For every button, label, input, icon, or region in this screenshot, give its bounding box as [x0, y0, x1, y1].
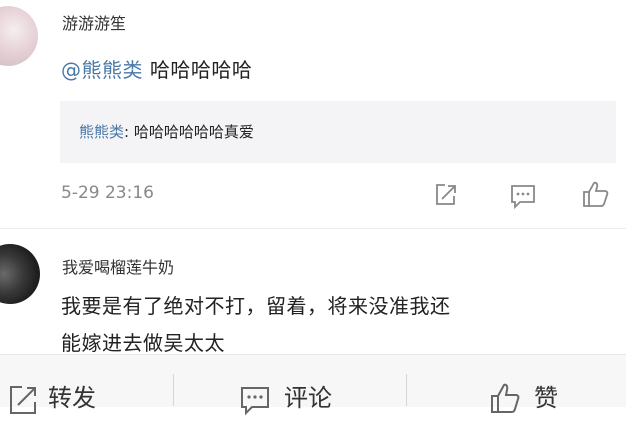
- like-button[interactable]: 赞: [534, 378, 558, 413]
- comment-icon: [511, 185, 535, 210]
- repost-icon: [436, 184, 456, 205]
- comment-button[interactable]: [508, 181, 538, 215]
- repost-button[interactable]: [432, 181, 460, 213]
- mention-link[interactable]: @熊熊类: [61, 58, 143, 82]
- like-button[interactable]: [580, 179, 610, 213]
- comment-text-line: 我要是有了绝对不打，留着，将来没准我还: [61, 294, 451, 318]
- quoted-reply-body: 哈哈哈哈哈哈真爱: [129, 123, 254, 141]
- bottom-comment-icon: [238, 383, 272, 421]
- separator: [406, 374, 407, 406]
- bottom-like-icon: [488, 381, 522, 419]
- quoted-reply-user[interactable]: 熊熊类: [79, 123, 124, 141]
- comment-username[interactable]: 我爱喝榴莲牛奶: [62, 254, 174, 278]
- quoted-reply-text: 熊熊类: 哈哈哈哈哈哈真爱: [79, 121, 254, 142]
- separator: [173, 374, 174, 406]
- comment-divider: [0, 228, 626, 229]
- comment-text-line: 能嫁进去做吴太太: [61, 331, 225, 355]
- comment-button[interactable]: 评论: [284, 378, 332, 413]
- thumbs-up-icon: [583, 181, 609, 207]
- bottom-repost-icon: [6, 383, 40, 421]
- comment-username[interactable]: 游游游笙: [62, 10, 126, 34]
- comment-text: @熊熊类 哈哈哈哈哈: [61, 54, 252, 83]
- comment-timestamp: 5-29 23:16: [61, 183, 154, 203]
- quoted-reply[interactable]: 熊熊类: 哈哈哈哈哈哈真爱: [60, 101, 616, 163]
- avatar[interactable]: [0, 6, 38, 66]
- repost-button[interactable]: 转发: [48, 378, 96, 413]
- comment-body: 哈哈哈哈哈: [149, 58, 253, 82]
- avatar[interactable]: [0, 244, 40, 304]
